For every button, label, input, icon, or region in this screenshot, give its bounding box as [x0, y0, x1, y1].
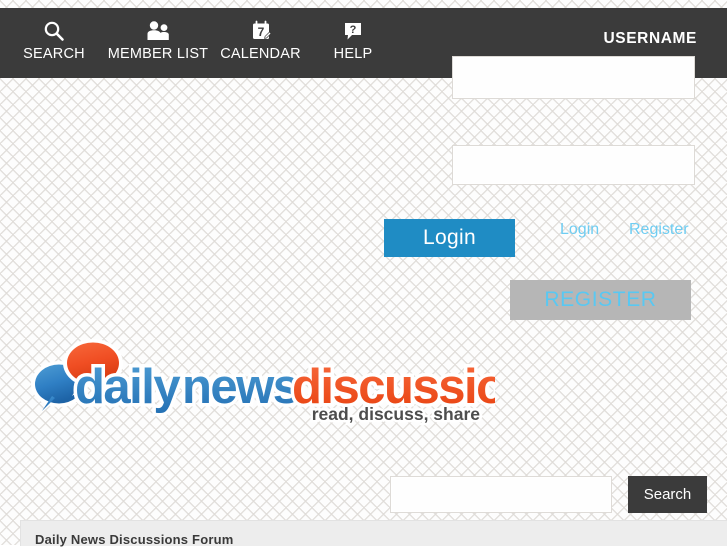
nav-item-help[interactable]: ? HELP — [313, 8, 393, 62]
register-link[interactable]: Register — [629, 221, 689, 239]
nav-item-search[interactable]: SEARCH — [0, 8, 108, 62]
forum-panel: Daily News Discussions Forum — [20, 520, 727, 547]
logo-tagline: read, discuss, share — [312, 404, 481, 424]
password-input[interactable] — [452, 145, 695, 185]
svg-text:?: ? — [350, 24, 357, 36]
username-input[interactable] — [452, 56, 695, 99]
page-background: SEARCH MEMBER LIST 7 CALENDAR ? HELP USE… — [0, 0, 727, 547]
nav-item-calendar-label: CALENDAR — [220, 46, 301, 62]
svg-text:7: 7 — [257, 25, 264, 39]
login-link[interactable]: Login — [560, 221, 599, 239]
nav-item-calendar[interactable]: 7 CALENDAR — [208, 8, 313, 62]
nav-item-search-label: SEARCH — [23, 46, 85, 62]
nav-item-list: SEARCH MEMBER LIST 7 CALENDAR ? HELP — [0, 8, 393, 78]
username-label: USERNAME — [603, 30, 697, 47]
nav-item-member-list[interactable]: MEMBER LIST — [108, 8, 208, 62]
question-bubble-icon: ? — [342, 19, 364, 43]
users-icon — [145, 19, 171, 43]
nav-item-help-label: HELP — [333, 46, 373, 62]
site-logo[interactable]: daily daily news news discussions discus… — [25, 333, 564, 428]
logo-word-news: news — [182, 360, 299, 414]
forum-search-button[interactable]: Search — [628, 476, 707, 513]
register-button[interactable]: REGISTER — [510, 280, 691, 320]
login-button[interactable]: Login — [384, 219, 515, 257]
logo-word-daily: daily — [75, 360, 180, 414]
calendar-icon: 7 — [250, 19, 272, 43]
forum-search-input[interactable] — [390, 476, 612, 513]
search-icon — [43, 19, 65, 43]
nav-item-member-list-label: MEMBER LIST — [107, 46, 209, 62]
logo-wordmark: daily daily news news discussions discus… — [72, 357, 564, 427]
